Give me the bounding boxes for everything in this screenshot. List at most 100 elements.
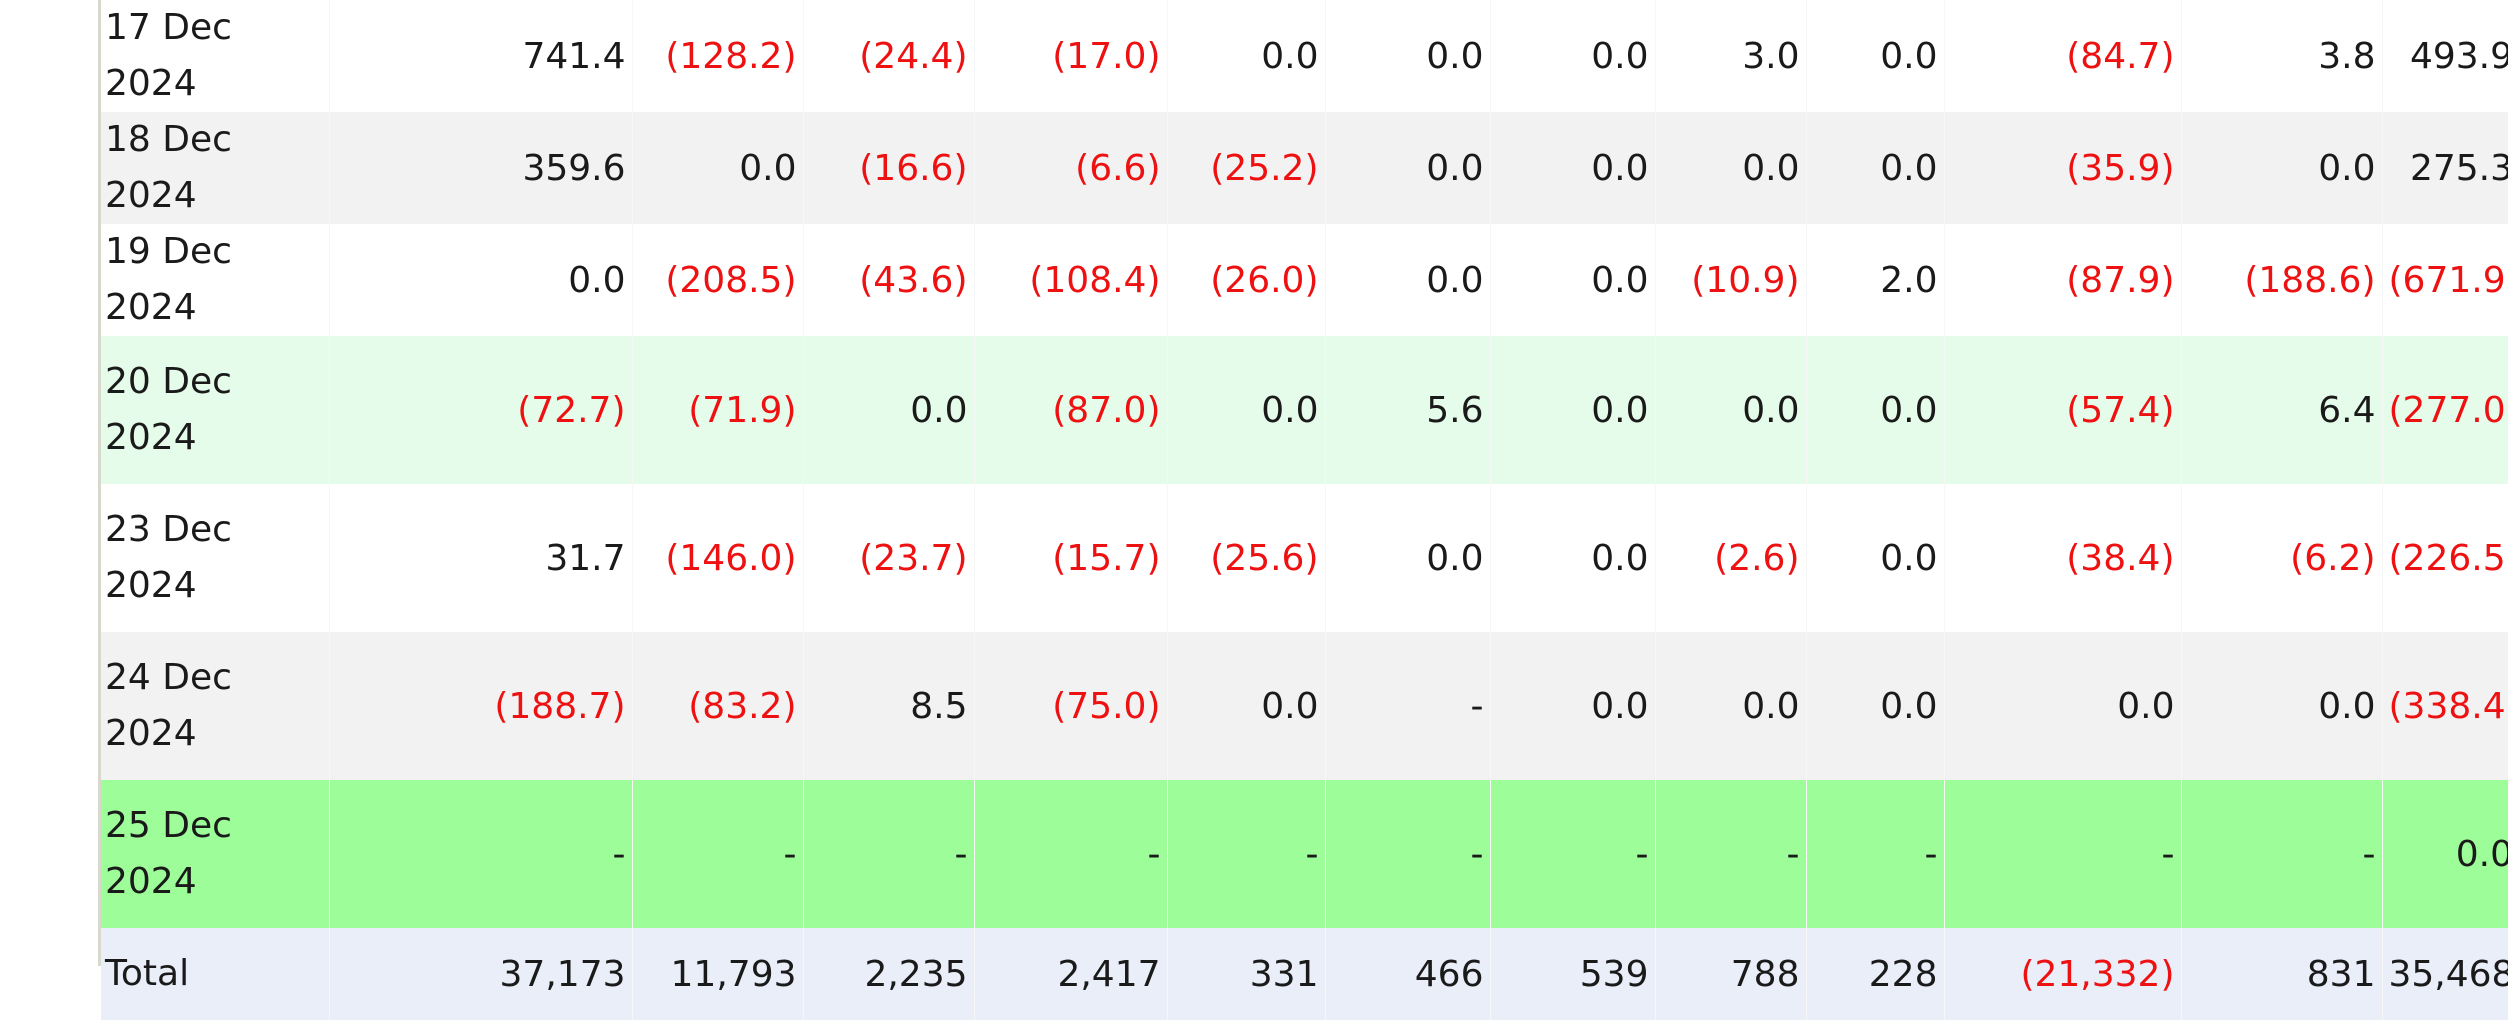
value-cell: -: [803, 780, 974, 928]
value-cell: 2.0: [1806, 224, 1944, 336]
fund-flows-table: 17 Dec 2024 741.4 (128.2) (24.4) (17.0) …: [101, 0, 2508, 1020]
value-cell: 788: [1655, 928, 1806, 1020]
value-cell: 0.0: [1806, 484, 1944, 632]
value-cell: 2,235: [803, 928, 974, 1020]
value-cell: 0.0: [632, 112, 803, 224]
value-cell: 0.0: [1167, 0, 1325, 112]
table-row: 17 Dec 2024 741.4 (128.2) (24.4) (17.0) …: [101, 0, 2508, 112]
value-cell: 0.0: [1325, 0, 1490, 112]
value-cell: 0.0: [1806, 336, 1944, 484]
value-cell: 0.0: [803, 336, 974, 484]
value-cell: 8.5: [803, 632, 974, 780]
value-cell: (188.6): [2181, 224, 2382, 336]
value-cell: -: [1806, 780, 1944, 928]
value-cell: (43.6): [803, 224, 974, 336]
value-cell: (277.0): [2382, 336, 2508, 484]
value-cell: -: [974, 780, 1167, 928]
value-cell: (188.7): [329, 632, 632, 780]
value-cell: (25.2): [1167, 112, 1325, 224]
value-cell: (128.2): [632, 0, 803, 112]
value-cell: (10.9): [1655, 224, 1806, 336]
value-cell: 0.0: [2181, 112, 2382, 224]
value-cell: (84.7): [1944, 0, 2181, 112]
total-label: Total: [101, 928, 329, 1020]
total-row: Total 37,173 11,793 2,235 2,417 331 466 …: [101, 928, 2508, 1020]
value-cell: (24.4): [803, 0, 974, 112]
value-cell: 6.4: [2181, 336, 2382, 484]
value-cell: -: [2181, 780, 2382, 928]
value-cell: (671.9): [2382, 224, 2508, 336]
value-cell: 0.0: [1490, 336, 1655, 484]
value-cell: 35,468: [2382, 928, 2508, 1020]
value-cell: 359.6: [329, 112, 632, 224]
value-cell: (108.4): [974, 224, 1167, 336]
value-cell: 0.0: [2382, 780, 2508, 928]
value-cell: 0.0: [1490, 484, 1655, 632]
value-cell: 11,793: [632, 928, 803, 1020]
value-cell: (57.4): [1944, 336, 2181, 484]
value-cell: 5.6: [1325, 336, 1490, 484]
value-cell: 31.7: [329, 484, 632, 632]
value-cell: 0.0: [1806, 0, 1944, 112]
table-row: 23 Dec 2024 31.7 (146.0) (23.7) (15.7) (…: [101, 484, 2508, 632]
value-cell: -: [632, 780, 803, 928]
value-cell: 0.0: [1325, 112, 1490, 224]
value-cell: 0.0: [329, 224, 632, 336]
value-cell: (25.6): [1167, 484, 1325, 632]
value-cell: 0.0: [1655, 632, 1806, 780]
date-cell: 23 Dec 2024: [101, 484, 329, 632]
value-cell: -: [329, 780, 632, 928]
value-cell: (75.0): [974, 632, 1167, 780]
date-cell: 25 Dec 2024: [101, 780, 329, 928]
value-cell: 0.0: [1325, 484, 1490, 632]
value-cell: (71.9): [632, 336, 803, 484]
value-cell: 0.0: [1167, 632, 1325, 780]
value-cell: (83.2): [632, 632, 803, 780]
value-cell: 3.0: [1655, 0, 1806, 112]
value-cell: 37,173: [329, 928, 632, 1020]
value-cell: (17.0): [974, 0, 1167, 112]
value-cell: (6.2): [2181, 484, 2382, 632]
value-cell: (208.5): [632, 224, 803, 336]
table-row: 18 Dec 2024 359.6 0.0 (16.6) (6.6) (25.2…: [101, 112, 2508, 224]
value-cell: 0.0: [1325, 224, 1490, 336]
value-cell: 0.0: [1944, 632, 2181, 780]
value-cell: (26.0): [1167, 224, 1325, 336]
value-cell: (15.7): [974, 484, 1167, 632]
value-cell: (226.5): [2382, 484, 2508, 632]
value-cell: 0.0: [1490, 112, 1655, 224]
value-cell: (338.4): [2382, 632, 2508, 780]
table-row: 19 Dec 2024 0.0 (208.5) (43.6) (108.4) (…: [101, 224, 2508, 336]
value-cell: 0.0: [1490, 632, 1655, 780]
value-cell: -: [1167, 780, 1325, 928]
table-row: 25 Dec 2024 - - - - - - - - - - - 0.0: [101, 780, 2508, 928]
value-cell: 831: [2181, 928, 2382, 1020]
value-cell: 0.0: [1806, 632, 1944, 780]
value-cell: (38.4): [1944, 484, 2181, 632]
value-cell: (23.7): [803, 484, 974, 632]
value-cell: -: [1325, 780, 1490, 928]
value-cell: 275.3: [2382, 112, 2508, 224]
value-cell: (6.6): [974, 112, 1167, 224]
value-cell: 0.0: [1655, 336, 1806, 484]
value-cell: -: [1944, 780, 2181, 928]
value-cell: (21,332): [1944, 928, 2181, 1020]
value-cell: 3.8: [2181, 0, 2382, 112]
value-cell: (146.0): [632, 484, 803, 632]
date-cell: 19 Dec 2024: [101, 224, 329, 336]
value-cell: 228: [1806, 928, 1944, 1020]
value-cell: 0.0: [1806, 112, 1944, 224]
value-cell: 741.4: [329, 0, 632, 112]
value-cell: 539: [1490, 928, 1655, 1020]
value-cell: 0.0: [1167, 336, 1325, 484]
date-cell: 20 Dec 2024: [101, 336, 329, 484]
value-cell: 0.0: [1490, 0, 1655, 112]
value-cell: (87.0): [974, 336, 1167, 484]
value-cell: 0.0: [2181, 632, 2382, 780]
date-cell: 24 Dec 2024: [101, 632, 329, 780]
value-cell: 2,417: [974, 928, 1167, 1020]
date-cell: 17 Dec 2024: [101, 0, 329, 112]
date-cell: 18 Dec 2024: [101, 112, 329, 224]
value-cell: (2.6): [1655, 484, 1806, 632]
value-cell: 331: [1167, 928, 1325, 1020]
